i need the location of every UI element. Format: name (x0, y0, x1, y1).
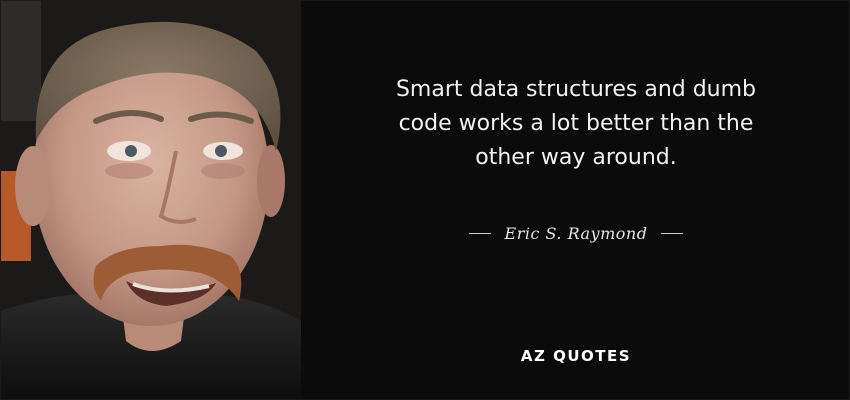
author-name: Eric S. Raymond (504, 223, 648, 243)
author-attribution: Eric S. Raymond (431, 221, 721, 245)
author-portrait (1, 1, 301, 399)
quote-text: Smart data structures and dumb code work… (395, 77, 757, 170)
left-dash-divider (468, 232, 491, 234)
right-dash-divider (661, 232, 684, 234)
az-quotes-logo: AZ QUOTES (520, 347, 632, 365)
quote-card: Smart data structures and dumb code work… (0, 0, 850, 400)
